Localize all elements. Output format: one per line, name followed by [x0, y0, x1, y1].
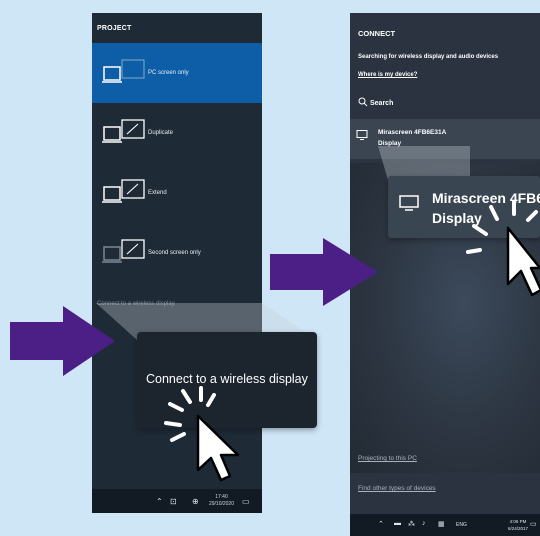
taskbar: ⌃ ▬ ⁂ ♪ ▦ ENG 4:06 PM 6/24/2017 ▭ — [350, 514, 540, 536]
project-title: PROJECT — [97, 25, 132, 32]
callout-text: Connect to a wireless display — [146, 372, 308, 386]
notification-icon[interactable]: ▭ — [530, 520, 537, 528]
where-is-my-device-link[interactable]: Where is my device? — [358, 72, 417, 78]
callout-connect-wireless: Connect to a wireless display — [137, 332, 317, 428]
callout-device-name: Mirascreen 4FB6E — [432, 190, 540, 206]
notification-icon[interactable]: ▭ — [242, 497, 250, 506]
searching-status: Searching for wireless display and audio… — [358, 54, 499, 60]
language-indicator[interactable]: ENG — [456, 522, 467, 528]
project-option-label: Extend — [148, 190, 167, 196]
network-icon[interactable]: ⊡ — [170, 497, 177, 506]
monitor-icon — [356, 130, 368, 140]
device-name: Mirascreen 4FB6E31A — [378, 129, 447, 136]
clock[interactable]: 17:40 29/10/2020 — [209, 494, 234, 508]
taskbar: ⌃ ⊡ ⊕ 17:40 29/10/2020 ▭ — [92, 489, 262, 513]
clock-date: 6/24/2017 — [507, 526, 528, 531]
search-icon[interactable] — [358, 97, 368, 107]
projecting-to-this-pc-link[interactable]: Projecting to this PC — [358, 455, 417, 462]
duplicate-icon — [102, 119, 145, 143]
project-option-pc-screen-only[interactable]: PC screen only — [92, 43, 262, 103]
volume-icon[interactable]: ♪ — [422, 520, 426, 527]
connect-title: CONNECT — [358, 29, 396, 38]
globe-icon[interactable]: ⊕ — [192, 497, 199, 506]
device-list-item[interactable]: Mirascreen 4FB6E31A Display — [350, 119, 540, 159]
project-option-second-screen-only[interactable]: Second screen only — [92, 223, 262, 283]
extend-icon — [102, 179, 145, 203]
chevron-up-icon[interactable]: ⌃ — [156, 497, 163, 506]
project-option-label: PC screen only — [148, 70, 189, 76]
battery-icon[interactable]: ▬ — [394, 520, 401, 527]
connect-panel: CONNECT Searching for wireless display a… — [350, 13, 540, 536]
project-option-duplicate[interactable]: Duplicate — [92, 103, 262, 163]
monitor-icon — [399, 195, 419, 211]
callout-device-type: Display — [432, 210, 482, 226]
chevron-up-icon[interactable]: ⌃ — [378, 520, 384, 528]
search-label[interactable]: Search — [370, 100, 393, 107]
project-option-extend[interactable]: Extend — [92, 163, 262, 223]
clock-date: 29/10/2020 — [208, 501, 234, 507]
project-option-label: Duplicate — [148, 130, 174, 136]
keyboard-icon[interactable]: ▦ — [438, 520, 445, 528]
clock-time: 17:40 — [215, 494, 228, 500]
clock[interactable]: 4:06 PM 6/24/2017 — [508, 518, 528, 532]
pc-screen-only-icon — [102, 59, 145, 83]
device-type: Display — [378, 140, 402, 147]
project-panel: PROJECT PC screen only Duplicate Extend — [92, 13, 262, 513]
find-other-devices-link[interactable]: Find other types of devices — [358, 485, 436, 492]
callout-device: Mirascreen 4FB6E Display — [388, 176, 540, 238]
clock-time: 4:06 PM — [509, 519, 527, 524]
network-icon[interactable]: ⁂ — [408, 520, 415, 528]
connect-wireless-display-link[interactable]: Connect to a wireless display — [97, 301, 175, 307]
project-option-label: Second screen only — [148, 250, 201, 256]
second-screen-only-icon — [102, 239, 145, 263]
